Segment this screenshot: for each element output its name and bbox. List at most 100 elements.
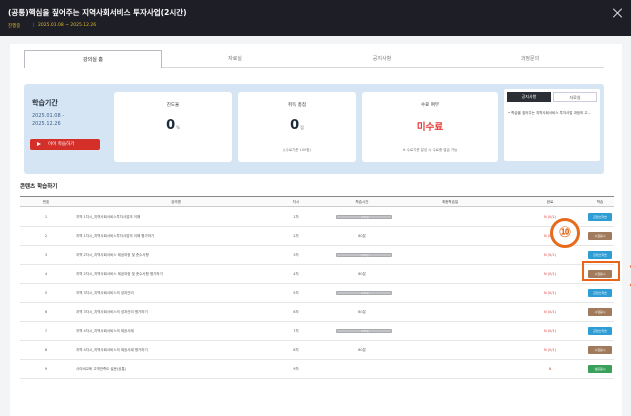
files-tab[interactable]: 자료실 [553,92,597,102]
score-value: 0점 [290,118,304,133]
contents-title: 콘텐츠 학습하기 [20,184,58,190]
study-button[interactable]: 콘텐츠학습 [588,327,612,335]
lecture-name: 지역 3차시_지역사회서비스의 성과관리 평가하기 [76,310,148,314]
resume-learning-button[interactable]: 이어 학습하기 [30,139,100,150]
progress-text: 0/30분 [361,254,369,257]
period-end: 2025.12.26 [32,121,61,127]
lecture-name: 지역 1차시_지역사회서비스투자사업의 이해 평가하기 [76,234,155,238]
row-number: 6 [44,310,48,314]
session-number: 7차 [293,329,299,333]
col-number: 번호 [42,200,50,204]
session-number: 1차 [293,215,299,219]
study-button[interactable]: 콘텐츠학습 [588,289,612,297]
table-row: 2지역 1차시_지역사회서비스투자사업의 이해 평가하기2차60분N (0/1)… [20,227,614,246]
table-row: 8 지역 4차시_지역사회서비스의 제공사례 평가하기 8차 60분 N (0/1) 시험… [20,341,614,360]
table-row: 6 지역 3차시_지역사회서비스의 성과관리 평가하기 6차 60분 N (0/1) 시험… [20,303,614,322]
resume-label: 이어 학습하기 [48,142,75,147]
period-dates: 2025.01.08 - 2025.12.26 [32,112,64,128]
study-time: 60분 [358,272,366,276]
session-number: 8차 [293,348,299,352]
table-row: 5 지역 3차시_지역사회서비스의 성과관리 5차 0/30분 N (0/1) 콘텐츠학습 [20,284,614,303]
progress-text: 0/30분 [361,292,369,295]
progress-bar: 0/30분 [336,329,392,333]
notice-tab[interactable]: 공지사항 [507,92,551,102]
classroom-panel: 강의실 홈 자료실 공지사항 과정문의 학습기간 2025.01.08 - 20… [10,44,631,416]
complete-status: N (0/1) [543,348,557,352]
notice-item[interactable]: • 학습을 짚어주는 지역사회서비스 투자사업 과정의 고... [508,111,598,116]
progress-card: 진도율 0% [114,92,232,162]
row-number: 3 [44,253,48,257]
progress-label: 진도율 [166,103,180,108]
close-icon[interactable] [612,7,624,19]
row-number: 1 [44,215,48,219]
table-row: 4 지역 2차시_지역사회서비스 제공과정 및 준수사항 평가하기 4차 60분 N (… [20,265,614,284]
col-complete: 완료 [546,200,554,204]
session-number: 6차 [293,310,299,314]
step-number: ⑩ [558,223,572,241]
divider: | [33,23,35,28]
app-root: (공통)핵심을 짚어주는 지역사회서비스 투자사업(2시간) 진행중 | 202… [0,0,631,416]
complete-status: N (0/1) [543,253,557,257]
study-button[interactable]: 설문응시 [588,365,612,373]
study-time [332,360,392,378]
tab-inquiry[interactable]: 과정문의 [456,50,604,68]
study-button[interactable]: 콘텐츠학습 [588,213,612,221]
col-last-date: 최종학습일 [441,200,459,204]
score-card: 취득 총점 0점 /(수료기준 100점) [238,92,356,162]
table-row: 9 사이버교육 고객만족도 설문(공통) 9차 N 설문응시 [20,360,614,379]
tab-notice[interactable]: 공지사항 [308,50,456,68]
lecture-name: 지역 4차시_지역사회서비스의 제공사례 [76,329,134,333]
score-label: 취득 총점 [288,103,306,108]
complete-status: N (0/1) [543,310,557,314]
study-button[interactable]: 시험응시 [588,232,612,240]
study-button[interactable]: 시험응시 [588,346,612,354]
study-button[interactable]: 콘텐츠학습 [588,251,612,259]
tab-classroom-home[interactable]: 강의실 홈 [24,50,162,68]
row-number: 5 [44,291,48,295]
progress-bar: 0/30분 [336,291,392,295]
course-header: (공통)핵심을 짚어주는 지역사회서비스 투자사업(2시간) 진행중 | 202… [0,0,631,36]
row-number: 9 [44,367,48,371]
completion-criteria: ※ 수료기준 달성 시 수료증 발급 가능 [402,148,458,152]
score-criteria: /(수료기준 100점) [283,148,311,152]
session-number: 4차 [293,272,299,276]
complete-status: N (0/1) [543,291,557,295]
lecture-name: 지역 2차시_지역사회서비스 제공과정 및 준수사항 [76,253,149,257]
period-title: 학습기간 [32,99,58,107]
session-number: 3차 [293,253,299,257]
completion-label: 수료 여부 [421,103,439,108]
lecture-name: 지역 4차시_지역사회서비스의 제공사례 평가하기 [76,348,148,352]
progress-bar: 0/30분 [336,215,392,219]
completion-card: 수료 여부 미수료 ※ 수료기준 달성 시 수료증 발급 가능 [362,92,498,162]
col-session: 차시 [292,200,300,204]
period-start: 2025.01.08 - [32,113,65,119]
table-row: 7 지역 4차시_지역사회서비스의 제공사례 7차 0/30분 N (0/1) 콘텐츠학습 [20,322,614,341]
progress-text: 0/30분 [361,216,369,219]
study-time: 60분 [358,348,366,352]
course-title: (공통)핵심을 짚어주는 지역사회서비스 투자사업(2시간) [8,8,187,17]
play-icon [37,142,41,146]
lecture-name: 지역 3차시_지역사회서비스의 성과관리 [76,291,134,295]
progress-bar: 0/30분 [336,253,392,257]
table-row: 3 지역 2차시_지역사회서비스 제공과정 및 준수사항 3차 0/30분 N (0/1… [20,246,614,265]
session-number: 2차 [293,234,299,238]
completion-value: 미수료 [416,122,444,133]
tab-files[interactable]: 자료실 [162,50,308,68]
lecture-name: 지역 1차시_지역사회서비스투자사업의 이해 [76,215,141,219]
session-number: 5차 [293,291,299,295]
row-number: 2 [44,234,48,238]
progress-text: 0/30분 [361,330,369,333]
study-time: 60분 [358,310,366,314]
lecture-name: 사이버교육 고객만족도 설문(공통) [76,367,127,371]
complete-status: N [548,367,552,371]
col-study: 학습 [596,200,604,204]
highlight-box [582,261,620,281]
study-button[interactable]: 시험응시 [588,308,612,316]
learning-summary: 학습기간 2025.01.08 - 2025.12.26 이어 학습하기 진도율… [24,84,604,174]
step-marker: ⑩ [550,218,580,248]
complete-status: N (0/1) [543,329,557,333]
notice-box: 공지사항 자료실 • 학습을 짚어주는 지역사회서비스 투자사업 과정의 고..… [504,89,600,161]
table-row: 1 지역 1차시_지역사회서비스투자사업의 이해 1차 0/30분 N (0/1) 콘텐츠… [20,208,614,227]
row-number: 8 [44,348,48,352]
session-number: 9차 [293,367,299,371]
